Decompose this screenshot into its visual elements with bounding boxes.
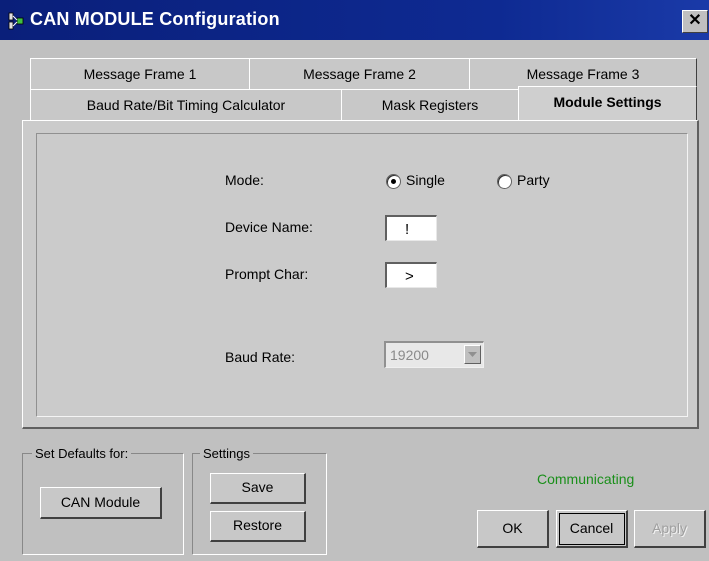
ok-button[interactable]: OK — [477, 510, 549, 548]
mode-single-label[interactable]: Single — [406, 172, 445, 188]
button-label: Save — [241, 479, 274, 495]
save-button[interactable]: Save — [210, 473, 306, 504]
close-icon: ✕ — [688, 12, 702, 29]
network-plug-icon — [8, 12, 24, 30]
settings-inner-frame — [36, 133, 688, 417]
set-defaults-title: Set Defaults for: — [32, 446, 132, 461]
chevron-down-icon — [468, 352, 477, 357]
mode-party-label[interactable]: Party — [517, 172, 550, 188]
baud-rate-label: Baud Rate: — [225, 349, 296, 365]
device-name-field[interactable]: ! — [385, 215, 437, 241]
mode-label: Mode: — [225, 172, 264, 188]
restore-button[interactable]: Restore — [210, 511, 306, 542]
tab-label: Baud Rate/Bit Timing Calculator — [86, 97, 286, 113]
close-button[interactable]: ✕ — [682, 10, 708, 33]
tab-label: Module Settings — [553, 94, 662, 110]
button-label: Apply — [651, 520, 688, 536]
baud-rate-select[interactable]: 19200 — [384, 341, 484, 368]
prompt-char-field[interactable]: > — [385, 262, 437, 288]
tab-message-frame-2[interactable]: Message Frame 2 — [249, 58, 470, 89]
mode-single-radio[interactable] — [386, 174, 401, 189]
device-name-label: Device Name: — [225, 219, 313, 235]
mode-party-radio[interactable] — [497, 174, 512, 189]
tab-mask-registers[interactable]: Mask Registers — [341, 89, 519, 120]
window-title: CAN MODULE Configuration — [30, 9, 280, 29]
settings-group-title: Settings — [200, 446, 253, 461]
radio-selected-dot — [391, 179, 396, 184]
title-bar: CAN MODULE Configuration ✕ — [0, 0, 709, 40]
apply-button: Apply — [634, 510, 706, 548]
baud-rate-value: 19200 — [390, 347, 429, 363]
tab-label: Mask Registers — [381, 97, 479, 113]
can-module-button[interactable]: CAN Module — [40, 487, 162, 519]
button-label: Restore — [232, 517, 283, 533]
prompt-char-label: Prompt Char: — [225, 266, 309, 282]
tab-module-settings[interactable]: Module Settings — [518, 86, 697, 121]
tab-label: Message Frame 3 — [526, 66, 640, 82]
tab-baud-rate-calculator[interactable]: Baud Rate/Bit Timing Calculator — [30, 89, 342, 120]
button-label: OK — [502, 520, 523, 536]
tab-message-frame-3[interactable]: Message Frame 3 — [469, 58, 697, 89]
button-label: Cancel — [569, 520, 614, 536]
tab-label: Message Frame 1 — [83, 66, 197, 82]
tab-label: Message Frame 2 — [303, 66, 416, 82]
baud-rate-dropdown-button[interactable] — [464, 345, 481, 364]
tab-message-frame-1[interactable]: Message Frame 1 — [30, 58, 250, 89]
button-label: CAN Module — [60, 494, 141, 510]
status-text: Communicating — [537, 471, 635, 487]
cancel-button[interactable]: Cancel — [556, 510, 628, 548]
